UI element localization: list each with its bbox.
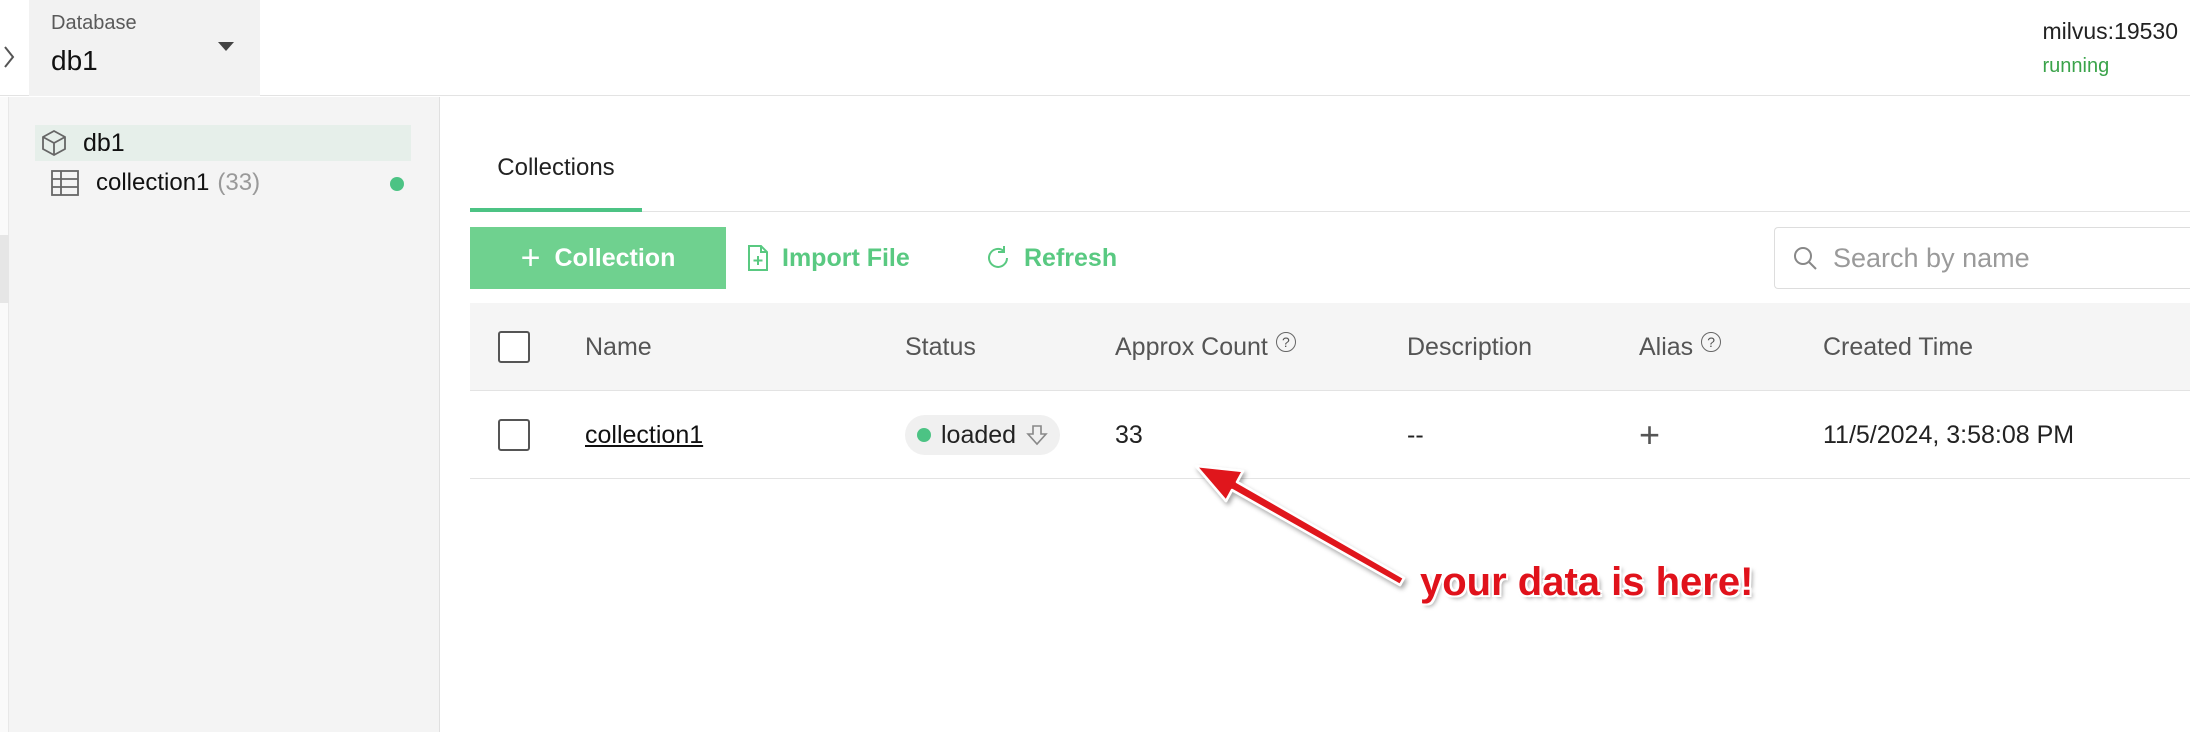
- row-count: 33: [1115, 420, 1143, 449]
- server-host: milvus:19530: [2042, 18, 2178, 44]
- server-status: running: [2042, 55, 2110, 77]
- table-grid-icon: [51, 170, 79, 196]
- header-alias-cell[interactable]: Alias ?: [1639, 303, 1722, 391]
- left-panel: db1 collection1 (33): [0, 97, 440, 732]
- file-plus-icon: [748, 245, 768, 271]
- import-file-button[interactable]: Import File: [746, 227, 910, 289]
- row-checkbox-cell: [498, 391, 530, 479]
- top-bar: Database db1 milvus:19530 running: [0, 0, 2190, 96]
- loaded-status-dot: [917, 428, 931, 442]
- help-circle-icon[interactable]: ?: [1701, 332, 1722, 352]
- sidebar-edge-marker: [0, 235, 9, 303]
- add-collection-label: Collection: [554, 243, 676, 272]
- plus-icon[interactable]: +: [1639, 417, 1660, 453]
- annotation-text: your data is here!: [1420, 560, 1754, 604]
- database-select[interactable]: Database db1: [29, 0, 260, 96]
- help-circle-icon[interactable]: ?: [1275, 332, 1296, 352]
- tree-collection-name: collection1: [96, 169, 210, 196]
- header-alias: Alias: [1639, 332, 1694, 361]
- refresh-button[interactable]: Refresh: [984, 227, 1117, 289]
- refresh-icon: [988, 246, 1008, 268]
- status-text: loaded: [941, 420, 1017, 449]
- collapse-sidebar-button[interactable]: [0, 40, 18, 74]
- header-created[interactable]: Created Time: [1823, 303, 1973, 391]
- cube-icon: [42, 129, 66, 157]
- tree-item-database[interactable]: db1: [35, 125, 411, 161]
- chevron-right-icon: [4, 46, 15, 68]
- search-icon: [1794, 247, 1817, 270]
- toolbar: + Collection Import File Refresh: [470, 227, 2190, 289]
- row-description: --: [1407, 420, 1424, 449]
- sidebar-edge: [0, 97, 9, 732]
- row-name-cell: collection1: [585, 391, 703, 479]
- status-badge[interactable]: loaded: [905, 415, 1061, 455]
- row-created: 11/5/2024, 3:58:08 PM: [1823, 420, 2075, 449]
- tree-item-collection1[interactable]: collection1 (33): [50, 165, 410, 201]
- release-arrow-icon: [1026, 425, 1048, 446]
- header-status[interactable]: Status: [905, 303, 976, 391]
- collection-link[interactable]: collection1: [585, 421, 703, 450]
- loaded-status-dot: [390, 177, 404, 191]
- server-info: milvus:19530 running: [2042, 18, 2178, 78]
- collections-table: Name Status Approx Count ? Description A…: [470, 303, 2190, 479]
- tree-database-name: db1: [83, 128, 125, 157]
- search-input[interactable]: [1833, 242, 2190, 274]
- table-row: collection1 loaded 33 -- + 11/5/2024, 3:…: [470, 391, 2190, 479]
- search-box: [1774, 227, 2190, 289]
- main-content: Collections + Collection Import File Ref…: [441, 127, 2190, 732]
- import-file-label: Import File: [782, 243, 910, 272]
- plus-icon: +: [520, 239, 541, 277]
- header-name[interactable]: Name: [585, 303, 652, 391]
- caret-down-icon: [218, 42, 234, 51]
- row-alias-cell: +: [1639, 391, 1660, 479]
- table-header: Name Status Approx Count ? Description A…: [470, 303, 2190, 391]
- row-checkbox[interactable]: [498, 419, 530, 451]
- add-collection-button[interactable]: + Collection: [470, 227, 726, 289]
- select-all-checkbox[interactable]: [498, 331, 530, 363]
- header-checkbox-cell: [498, 303, 530, 391]
- refresh-label: Refresh: [1024, 243, 1118, 272]
- tab-collections[interactable]: Collections: [470, 127, 642, 212]
- tree-collection-count: (33): [217, 169, 261, 196]
- header-count: Approx Count: [1115, 332, 1268, 361]
- database-label: Database: [51, 12, 137, 34]
- tab-bar: Collections: [470, 127, 2190, 212]
- row-status-cell: loaded: [905, 391, 1061, 479]
- header-count-cell[interactable]: Approx Count ?: [1115, 303, 1296, 391]
- header-description[interactable]: Description: [1407, 303, 1532, 391]
